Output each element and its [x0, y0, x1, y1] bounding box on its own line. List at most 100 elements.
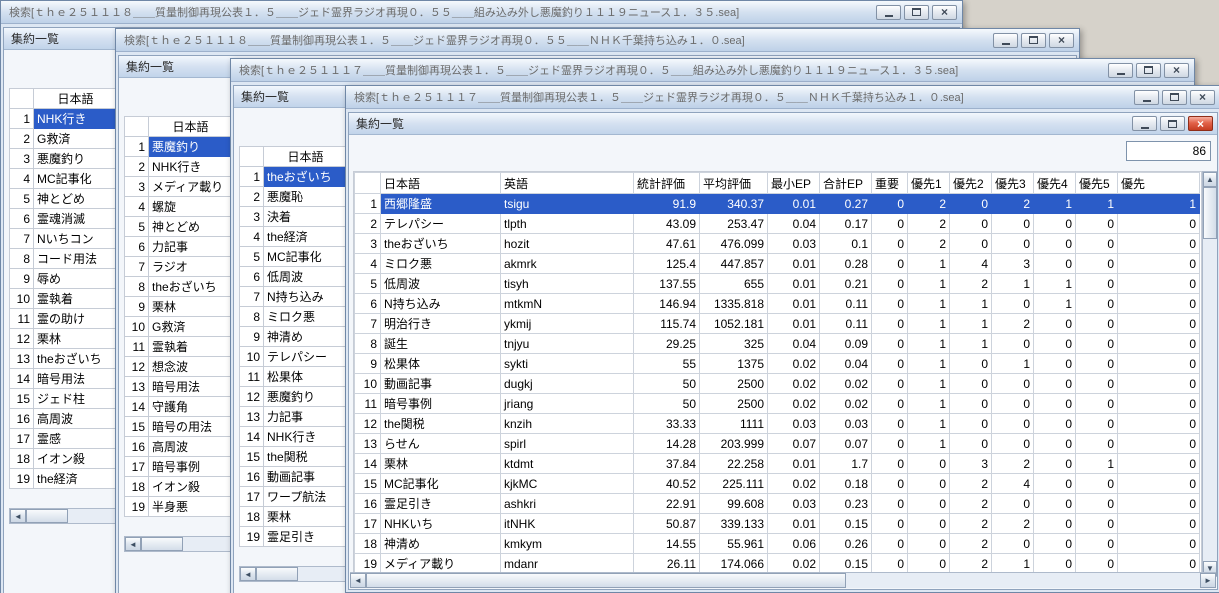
cell[interactable]: 447.857 — [699, 253, 768, 274]
scrollbar-track[interactable] — [298, 567, 348, 581]
cell[interactable]: 146.94 — [633, 293, 700, 314]
cell[interactable]: 0 — [1117, 473, 1200, 494]
maximize-button[interactable] — [1021, 32, 1046, 48]
scrollbar-thumb[interactable] — [256, 567, 298, 581]
cell[interactable]: 0 — [1117, 293, 1200, 314]
table-row[interactable]: 16 霊足引き ashkri 22.91 99.608 0.03 0.23 0 0 2 0 0 0 0 — [354, 493, 1200, 514]
cell[interactable]: 明治行き — [380, 313, 501, 334]
list-row[interactable]: 11 霊の助け — [9, 308, 118, 329]
japanese-cell[interactable]: コード用法 — [33, 248, 118, 269]
cell[interactable]: 0 — [1117, 273, 1200, 294]
list-row[interactable]: 7 N持ち込み — [239, 286, 348, 307]
vertical-scrollbar[interactable]: ▲ ▼ — [1202, 171, 1217, 577]
japanese-cell[interactable]: 神とどめ — [33, 188, 118, 209]
list-row[interactable]: 3 メディア載り — [124, 176, 233, 197]
cell[interactable]: NHKいち — [380, 513, 501, 534]
list-row[interactable]: 13 暗号用法 — [124, 376, 233, 397]
list-row[interactable]: 8 コード用法 — [9, 248, 118, 269]
list-row[interactable]: 9 栗林 — [124, 296, 233, 317]
cell[interactable]: 1335.818 — [699, 293, 768, 314]
maximize-button[interactable] — [1160, 116, 1185, 131]
japanese-cell[interactable]: theおざいち — [33, 348, 118, 369]
cell[interactable]: 0 — [907, 453, 950, 474]
cell[interactable]: 14.28 — [633, 433, 700, 454]
cell[interactable]: 0 — [1075, 553, 1118, 574]
cell[interactable]: 91.9 — [633, 193, 700, 214]
scrollbar-thumb[interactable] — [26, 509, 68, 523]
cell[interactable]: 0 — [949, 393, 992, 414]
cell[interactable]: itNHK — [500, 513, 634, 534]
japanese-cell[interactable]: 霊足引き — [263, 526, 348, 547]
cell[interactable]: jriang — [500, 393, 634, 414]
list-row[interactable]: 17 暗号事例 — [124, 456, 233, 477]
cell[interactable]: 0 — [991, 293, 1034, 314]
list-row[interactable]: 14 NHK行き — [239, 426, 348, 447]
cell[interactable]: 1375 — [699, 353, 768, 374]
list-row[interactable]: 2 NHK行き — [124, 156, 233, 177]
cell[interactable]: 253.47 — [699, 213, 768, 234]
cell[interactable]: 2 — [991, 193, 1034, 214]
cell[interactable]: 0 — [871, 313, 908, 334]
cell[interactable]: 0 — [991, 213, 1034, 234]
japanese-cell[interactable]: 動画記事 — [263, 466, 348, 487]
cell[interactable]: 0.01 — [767, 273, 820, 294]
cell[interactable]: 1 — [907, 373, 950, 394]
table-row[interactable]: 12 the関税 knzih 33.33 1111 0.03 0.03 0 1 0 0 0 0 0 — [354, 413, 1200, 434]
list-row[interactable]: 6 力記事 — [124, 236, 233, 257]
cell[interactable]: 0 — [1033, 213, 1076, 234]
list-row[interactable]: 8 theおざいち — [124, 276, 233, 297]
cell[interactable]: 0 — [871, 413, 908, 434]
cell[interactable]: 115.74 — [633, 313, 700, 334]
cell[interactable]: spirl — [500, 433, 634, 454]
table-row[interactable]: 15 MC記事化 kjkMC 40.52 225.111 0.02 0.18 0 0 2 4 0 0 0 — [354, 473, 1200, 494]
titlebar[interactable]: 検索[ｔｈｅ２５１１１８＿＿質量制御再現公表１．５＿＿ジェド霊界ラジオ再現０．５… — [116, 29, 1079, 52]
count-field[interactable]: 86 — [1126, 141, 1211, 161]
horizontal-scrollbar[interactable]: ◄ — [124, 536, 234, 552]
cell[interactable]: 325 — [699, 333, 768, 354]
japanese-cell[interactable]: イオン殺 — [33, 448, 118, 469]
japanese-cell[interactable]: 松果体 — [263, 366, 348, 387]
cell[interactable]: 0 — [1117, 213, 1200, 234]
cell[interactable]: 4 — [949, 253, 992, 274]
japanese-cell[interactable]: 霊魂消滅 — [33, 208, 118, 229]
japanese-cell[interactable]: ミロク悪 — [263, 306, 348, 327]
cell[interactable]: 0.1 — [819, 233, 872, 254]
list-row[interactable]: 2 G救済 — [9, 128, 118, 149]
cell[interactable]: 1 — [907, 253, 950, 274]
cell[interactable]: 0 — [1033, 333, 1076, 354]
cell[interactable]: tnjyu — [500, 333, 634, 354]
cell[interactable]: 0 — [1117, 233, 1200, 254]
cell[interactable]: テレパシー — [380, 213, 501, 234]
list-row[interactable]: 9 神清め — [239, 326, 348, 347]
cell[interactable]: 1 — [907, 333, 950, 354]
cell[interactable]: 1 — [991, 353, 1034, 374]
list-row[interactable]: 11 霊執着 — [124, 336, 233, 357]
cell[interactable]: 0 — [871, 333, 908, 354]
cell[interactable]: 0 — [991, 413, 1034, 434]
japanese-cell[interactable]: 決着 — [263, 206, 348, 227]
cell[interactable]: 0.11 — [819, 313, 872, 334]
cell[interactable]: 476.099 — [699, 233, 768, 254]
cell[interactable]: 0 — [907, 533, 950, 554]
cell[interactable]: 4 — [991, 473, 1034, 494]
japanese-cell[interactable]: 神清め — [263, 326, 348, 347]
cell[interactable]: 1 — [991, 273, 1034, 294]
cell[interactable]: 0 — [1075, 373, 1118, 394]
list-row[interactable]: 12 想念波 — [124, 356, 233, 377]
minimize-button[interactable] — [1134, 89, 1159, 105]
cell[interactable]: 339.133 — [699, 513, 768, 534]
cell[interactable]: 0 — [907, 493, 950, 514]
cell[interactable]: 0 — [1033, 233, 1076, 254]
cell[interactable]: 55.961 — [699, 533, 768, 554]
cell[interactable]: 0 — [1033, 553, 1076, 574]
japanese-cell[interactable]: 力記事 — [263, 406, 348, 427]
cell[interactable]: 0 — [871, 473, 908, 494]
column-header-11[interactable]: 優先4 — [1033, 172, 1076, 194]
cell[interactable]: 0 — [1117, 493, 1200, 514]
cell[interactable]: 0 — [991, 373, 1034, 394]
cell[interactable]: 33.33 — [633, 413, 700, 434]
minimize-button[interactable] — [876, 4, 901, 20]
cell[interactable]: 1 — [1075, 193, 1118, 214]
japanese-cell[interactable]: 栗林 — [148, 296, 233, 317]
japanese-cell[interactable]: 暗号用法 — [33, 368, 118, 389]
